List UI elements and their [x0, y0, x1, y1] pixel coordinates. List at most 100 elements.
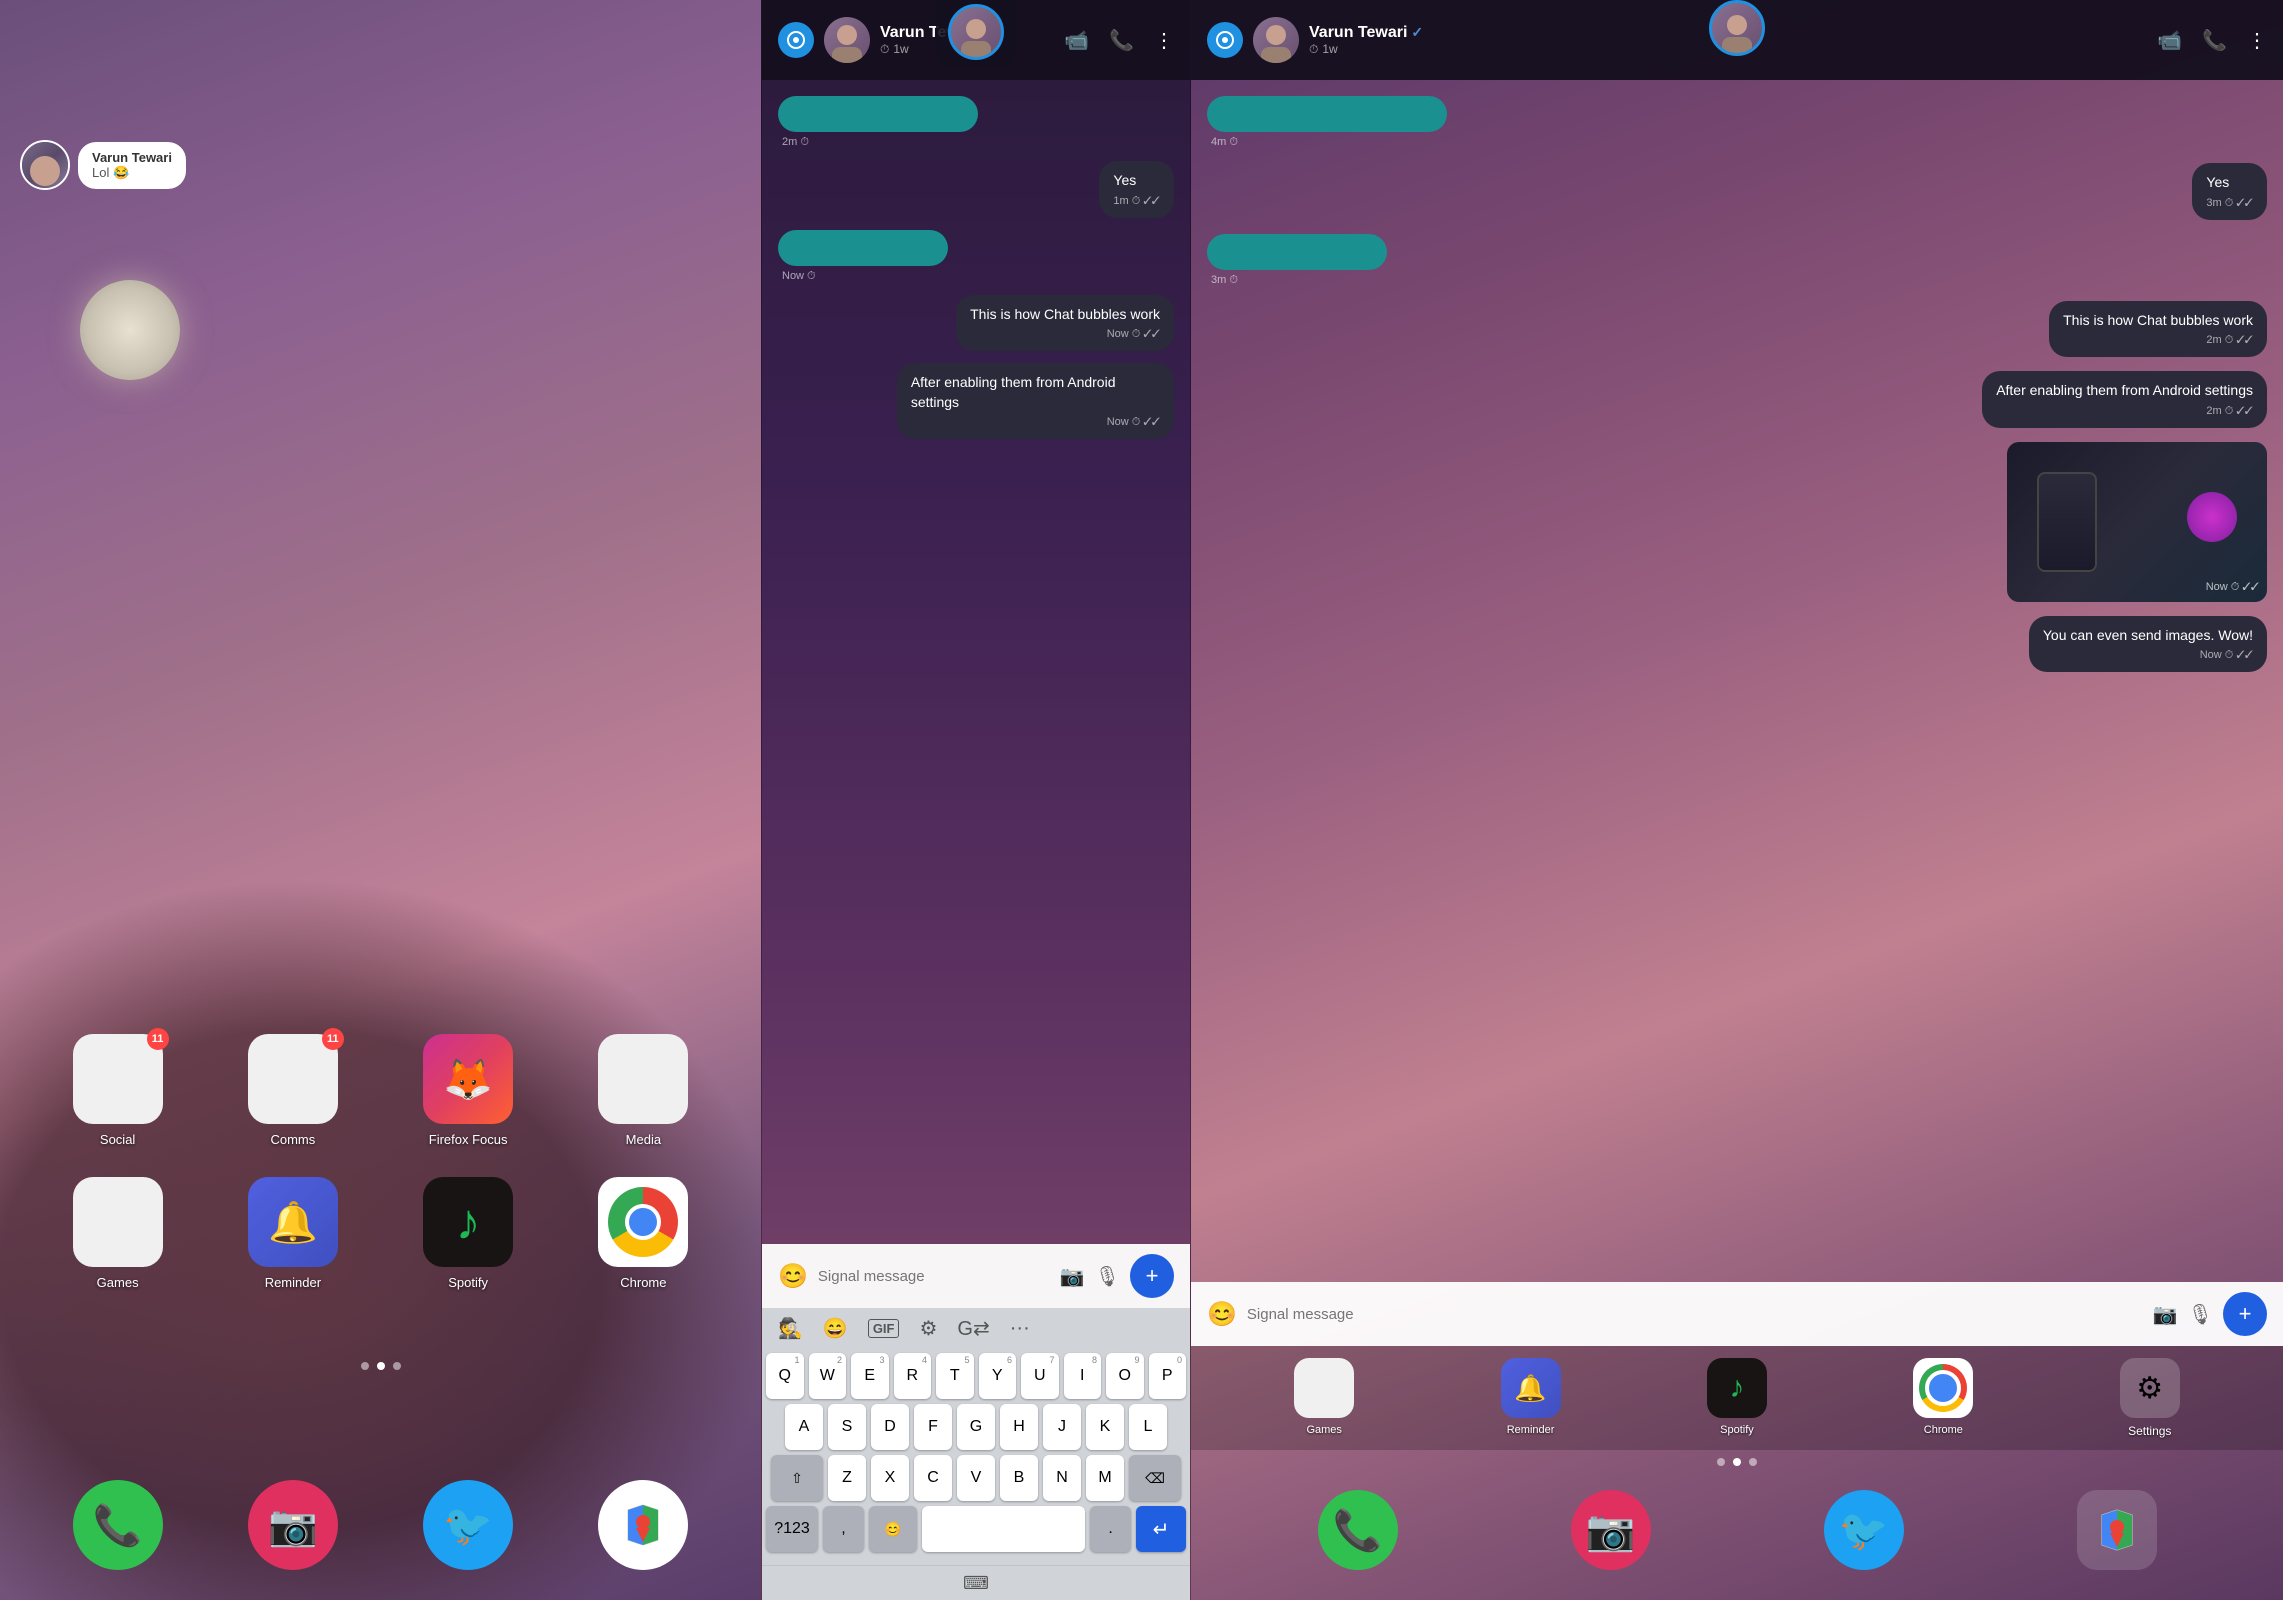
- camera-input-icon[interactable]: 📷: [1060, 1264, 1085, 1289]
- message-input-right[interactable]: [1247, 1306, 2143, 1323]
- key-emoji[interactable]: 😊: [869, 1506, 917, 1552]
- more-options-icon[interactable]: ⋮: [1154, 28, 1174, 53]
- key-w[interactable]: W2: [809, 1353, 847, 1399]
- key-k[interactable]: K: [1086, 1404, 1124, 1450]
- app-grid: 11 Social 11 Comms Firefox Focus: [0, 1034, 761, 1320]
- app-item-spotify[interactable]: Spotify: [423, 1177, 513, 1290]
- camera-icon-right[interactable]: 📷: [2153, 1302, 2178, 1327]
- key-a[interactable]: A: [785, 1404, 823, 1450]
- key-space[interactable]: [922, 1506, 1085, 1552]
- avatar-body-right: [1261, 47, 1291, 63]
- key-shift[interactable]: ⇧: [771, 1455, 823, 1501]
- right-person-head: [1727, 15, 1747, 35]
- right-msg-wow: You can even send images. Wow! Now ⏱ ✓✓: [1207, 616, 2267, 673]
- send-button-middle[interactable]: +: [1130, 1254, 1174, 1298]
- keyboard: Q1 W2 E3 R4 T5 Y6 U7 I8 O9 P0 A S D F G …: [762, 1349, 1190, 1565]
- right-sent-wow-time: Now ⏱ ✓✓: [2043, 649, 2253, 662]
- key-e[interactable]: E3: [851, 1353, 889, 1399]
- mic-icon-right[interactable]: 🎙: [2188, 1302, 2213, 1327]
- avatar-head: [837, 25, 857, 45]
- right-dock-settings[interactable]: ⚙ Settings: [2120, 1358, 2180, 1438]
- chat-bubble-notification[interactable]: Varun Tewari Lol 😂: [20, 140, 186, 190]
- key-m[interactable]: M: [1086, 1455, 1124, 1501]
- key-j[interactable]: J: [1043, 1404, 1081, 1450]
- right-chrome-circle: [1919, 1364, 1967, 1412]
- key-z[interactable]: Z: [828, 1455, 866, 1501]
- right-dock-reminder[interactable]: 🔔 Reminder: [1501, 1358, 1561, 1438]
- app-item-media[interactable]: Media: [598, 1034, 688, 1147]
- app-label-firefox: Firefox Focus: [429, 1132, 508, 1147]
- sent-android-bubble: After enabling them from Android setting…: [897, 363, 1174, 439]
- key-r[interactable]: R4: [894, 1353, 932, 1399]
- spy-icon[interactable]: 🕵: [778, 1316, 803, 1341]
- key-enter[interactable]: ↵: [1136, 1506, 1186, 1552]
- key-b[interactable]: B: [1000, 1455, 1038, 1501]
- dock-phone[interactable]: 📞: [73, 1480, 163, 1570]
- video-call-icon[interactable]: 📹: [1064, 28, 1089, 53]
- key-d[interactable]: D: [871, 1404, 909, 1450]
- key-c[interactable]: C: [914, 1455, 952, 1501]
- right-dock-spotify[interactable]: ♪ Spotify: [1707, 1358, 1767, 1438]
- right-dock-chrome[interactable]: Chrome: [1913, 1358, 1973, 1438]
- more-tools-icon[interactable]: ···: [1010, 1317, 1030, 1340]
- dock-camera[interactable]: 📷: [248, 1480, 338, 1570]
- key-p[interactable]: P0: [1149, 1353, 1187, 1399]
- message-input-middle[interactable]: [818, 1268, 1050, 1285]
- dock-twitter[interactable]: 🐦: [423, 1480, 513, 1570]
- page-dot-1: [361, 1362, 369, 1370]
- key-comma[interactable]: ,: [823, 1506, 864, 1552]
- sticker-icon[interactable]: 😄: [823, 1316, 848, 1341]
- key-u[interactable]: U7: [1021, 1353, 1059, 1399]
- key-period[interactable]: .: [1090, 1506, 1131, 1552]
- app-item-games[interactable]: Games: [73, 1177, 163, 1290]
- app-item-firefox[interactable]: Firefox Focus: [423, 1034, 513, 1147]
- app-item-social[interactable]: 11 Social: [73, 1034, 163, 1147]
- video-call-icon-right[interactable]: 📹: [2157, 28, 2182, 53]
- key-x[interactable]: X: [871, 1455, 909, 1501]
- right-phone-icon[interactable]: 📞: [1318, 1490, 1398, 1570]
- right-camera-icon[interactable]: 📷: [1571, 1490, 1651, 1570]
- message-sent-chat-bubbles: This is how Chat bubbles work Now ⏱ ✓✓: [778, 295, 1174, 352]
- key-y[interactable]: Y6: [979, 1353, 1017, 1399]
- voice-call-icon-right[interactable]: 📞: [2202, 28, 2227, 53]
- right-msg-time-2: 3m ⏱: [1207, 274, 1238, 287]
- key-s[interactable]: S: [828, 1404, 866, 1450]
- mic-input-icon[interactable]: 🎙: [1095, 1264, 1120, 1289]
- app-item-comms[interactable]: 11 Comms: [248, 1034, 338, 1147]
- key-g[interactable]: G: [957, 1404, 995, 1450]
- middle-panel: Varun Tewari ✓ ⏱ 1w 📹 📞 ⋮ 2m ⏱ Yes: [761, 0, 1191, 1600]
- header-actions-right: 📹 📞 ⋮: [2157, 28, 2267, 53]
- key-h[interactable]: H: [1000, 1404, 1038, 1450]
- emoji-button-right[interactable]: 😊: [1207, 1300, 1237, 1329]
- more-options-icon-right[interactable]: ⋮: [2247, 28, 2267, 53]
- right-dock-games[interactable]: Games: [1294, 1358, 1354, 1438]
- right-notif-bubble[interactable]: [1709, 0, 1765, 56]
- dock-maps[interactable]: [598, 1480, 688, 1570]
- key-l[interactable]: L: [1129, 1404, 1167, 1450]
- top-bubble-notification[interactable]: [936, 0, 1016, 68]
- key-o[interactable]: O9: [1106, 1353, 1144, 1399]
- key-f[interactable]: F: [914, 1404, 952, 1450]
- nav-keyboard-icon[interactable]: ⌨: [963, 1573, 989, 1594]
- key-row-bottom: ?123 , 😊 . ↵: [766, 1506, 1186, 1552]
- send-button-right[interactable]: +: [2223, 1292, 2267, 1336]
- key-n[interactable]: N: [1043, 1455, 1081, 1501]
- emoji-button-middle[interactable]: 😊: [778, 1262, 808, 1291]
- gif-button[interactable]: GIF: [868, 1319, 900, 1338]
- right-maps-icon[interactable]: [2077, 1490, 2157, 1570]
- key-v[interactable]: V: [957, 1455, 995, 1501]
- sent-yes-bubble: Yes 1m ⏱ ✓✓: [1099, 161, 1174, 218]
- right-twitter-icon[interactable]: 🐦: [1824, 1490, 1904, 1570]
- key-q[interactable]: Q1: [766, 1353, 804, 1399]
- sent-chat-bubbles-text: This is how Chat bubbles work: [970, 305, 1160, 325]
- app-item-reminder[interactable]: Reminder: [248, 1177, 338, 1290]
- settings-icon[interactable]: ⚙: [919, 1316, 937, 1341]
- key-backspace[interactable]: ⌫: [1129, 1455, 1181, 1501]
- key-t[interactable]: T5: [936, 1353, 974, 1399]
- key-symbol[interactable]: ?123: [766, 1506, 818, 1552]
- translate-icon[interactable]: G⇄: [957, 1316, 989, 1341]
- right-dock: Games 🔔 Reminder ♪ Spotify Chrome ⚙ Sett…: [1191, 1346, 2283, 1450]
- voice-call-icon[interactable]: 📞: [1109, 28, 1134, 53]
- app-item-chrome[interactable]: Chrome: [598, 1177, 688, 1290]
- key-i[interactable]: I8: [1064, 1353, 1102, 1399]
